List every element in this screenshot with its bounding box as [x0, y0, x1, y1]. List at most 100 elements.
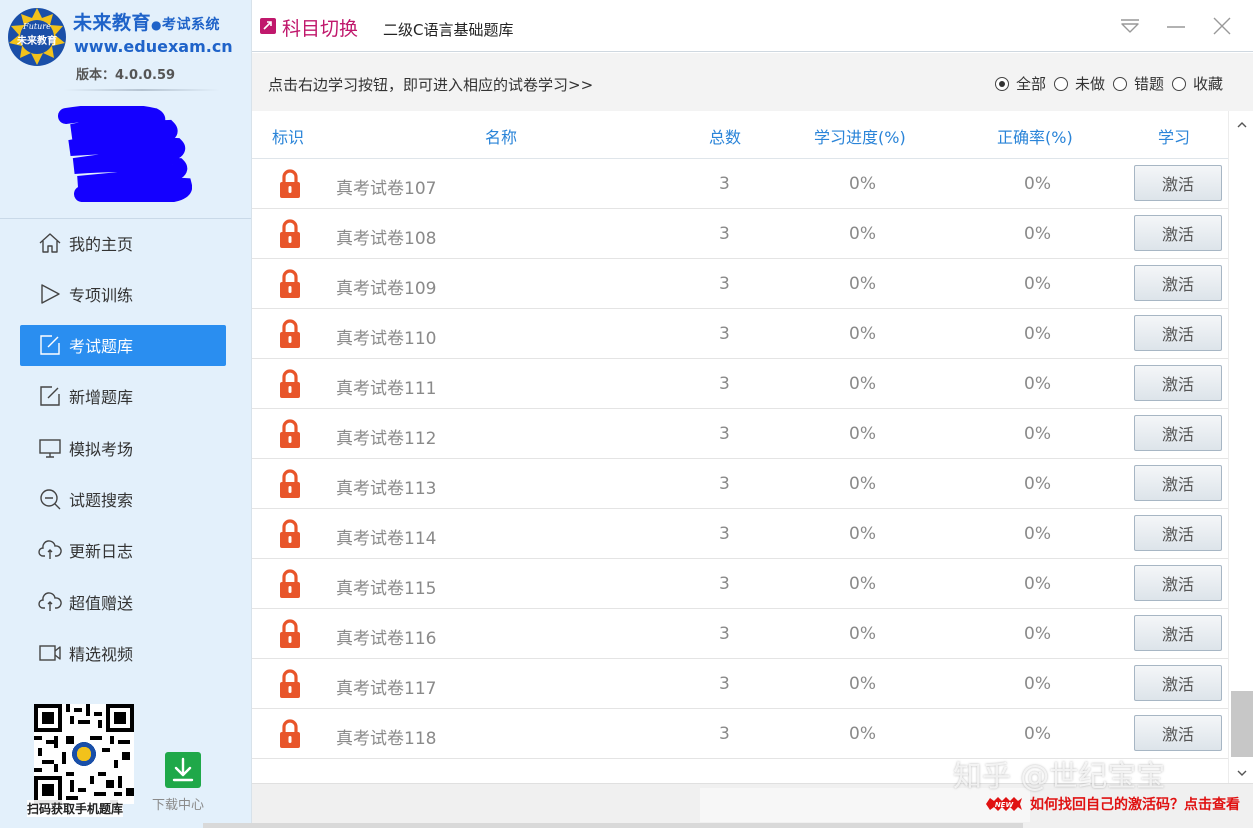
radio-label: 未做	[1074, 75, 1105, 93]
close-icon[interactable]	[1210, 14, 1234, 38]
sidebar-item-changelog[interactable]: 更新日志	[20, 530, 226, 571]
exam-accuracy: 0%	[1024, 624, 1051, 644]
filter-all-radio[interactable]: 全部	[994, 73, 1046, 94]
cloud-sync-icon	[38, 590, 62, 614]
activate-button[interactable]: 激活	[1134, 365, 1222, 401]
table-row: 真考试卷109 3 0% 0% 激活	[252, 259, 1228, 309]
sidebar-item-mock-exam[interactable]: 模拟考场	[20, 427, 226, 468]
sidebar-item-label: 模拟考场	[69, 439, 134, 459]
monitor-icon	[38, 436, 62, 460]
download-center-label[interactable]: 下载中心	[152, 794, 204, 813]
new-badge-icon: NEW	[984, 796, 1024, 812]
filter-radio-group: 全部 未做 错题 收藏	[987, 73, 1223, 94]
table-row: 真考试卷116 3 0% 0% 激活	[252, 609, 1228, 659]
download-center-button[interactable]	[165, 752, 201, 788]
activate-button[interactable]: 激活	[1134, 415, 1222, 451]
scroll-up-icon[interactable]	[1236, 115, 1248, 128]
exam-total: 3	[719, 324, 730, 344]
exam-name: 真考试卷109	[336, 279, 437, 299]
qr-code	[34, 704, 134, 804]
svg-text:NEW: NEW	[995, 801, 1014, 809]
vertical-scrollbar[interactable]	[1228, 111, 1253, 783]
exam-name: 真考试卷112	[336, 429, 437, 449]
scroll-down-icon[interactable]	[1236, 763, 1248, 776]
exam-progress: 0%	[849, 324, 876, 344]
header-progress: 学习进度(%)	[814, 128, 906, 147]
lock-icon	[278, 619, 302, 649]
lock-icon	[278, 319, 302, 349]
sidebar-item-home[interactable]: 我的主页	[20, 222, 226, 263]
table-row: 真考试卷115 3 0% 0% 激活	[252, 559, 1228, 609]
exam-total: 3	[719, 724, 730, 744]
brand-name: 未来教育	[73, 12, 152, 34]
lock-icon	[278, 369, 302, 399]
video-icon	[38, 641, 62, 665]
horizontal-scrollbar-thumb[interactable]	[700, 788, 1030, 822]
sidebar-item-new-bank[interactable]: 新增题库	[20, 376, 226, 417]
lock-icon	[278, 569, 302, 599]
lock-icon	[278, 169, 302, 199]
minimize-icon[interactable]	[1164, 14, 1188, 38]
header-name: 名称	[485, 128, 518, 147]
table-header: 标识 名称 总数 学习进度(%) 正确率(%) 学习	[252, 111, 1228, 159]
switch-icon[interactable]	[260, 18, 276, 34]
exam-progress: 0%	[849, 724, 876, 744]
exam-name: 真考试卷117	[336, 679, 437, 699]
activate-button[interactable]: 激活	[1134, 615, 1222, 651]
exam-table: 标识 名称 总数 学习进度(%) 正确率(%) 学习 真考试卷107 3 0% 0% 激…	[252, 111, 1253, 783]
sidebar-item-search[interactable]: 试题搜索	[20, 478, 226, 519]
current-subject: 二级C语言基础题库	[383, 21, 514, 39]
lock-icon	[278, 669, 302, 699]
version-divider	[64, 89, 220, 91]
search-icon	[38, 487, 62, 511]
sidebar-item-videos[interactable]: 精选视频	[20, 632, 226, 673]
exam-progress: 0%	[849, 224, 876, 244]
sidebar-item-training[interactable]: 专项训练	[20, 273, 226, 314]
menu-dropdown-icon[interactable]	[1118, 14, 1142, 38]
exam-progress: 0%	[849, 574, 876, 594]
download-icon	[165, 757, 201, 792]
activate-button[interactable]: 激活	[1134, 465, 1222, 501]
sidebar-nav: 我的主页 专项训练 考试题库 新增题库 模拟考场 试题搜索 更新日志 超值赠送 …	[20, 222, 226, 684]
subject-switch-button[interactable]: 科目切换	[282, 14, 358, 41]
svg-text:Future: Future	[22, 22, 51, 31]
exam-total: 3	[719, 374, 730, 394]
radio-circle	[994, 76, 1009, 91]
lock-icon	[278, 219, 302, 249]
activate-button[interactable]: 激活	[1134, 515, 1222, 551]
scrollbar-thumb[interactable]	[1231, 691, 1253, 757]
activate-button[interactable]: 激活	[1134, 665, 1222, 701]
exam-name: 真考试卷110	[336, 329, 437, 349]
activate-button[interactable]: 激活	[1134, 565, 1222, 601]
activate-button[interactable]: 激活	[1134, 715, 1222, 751]
exam-accuracy: 0%	[1024, 274, 1051, 294]
filter-favorite-radio[interactable]: 收藏	[1171, 73, 1223, 94]
cloud-sync-icon	[38, 538, 62, 562]
table-row: 真考试卷107 3 0% 0% 激活	[252, 159, 1228, 209]
sidebar-item-label: 专项训练	[69, 285, 134, 305]
activate-button[interactable]: 激活	[1134, 315, 1222, 351]
radio-label: 错题	[1133, 75, 1164, 93]
activate-button[interactable]: 激活	[1134, 215, 1222, 251]
exam-accuracy: 0%	[1024, 724, 1051, 744]
exam-total: 3	[719, 424, 730, 444]
home-icon	[38, 231, 62, 255]
activation-code-help-link[interactable]: NEW 如何找回自己的激活码？点击查看	[984, 794, 1240, 814]
exam-accuracy: 0%	[1024, 374, 1051, 394]
sidebar-item-gifts[interactable]: 超值赠送	[20, 581, 226, 622]
sidebar-item-exam-bank[interactable]: 考试题库	[20, 324, 226, 366]
exam-accuracy: 0%	[1024, 524, 1051, 544]
activate-button[interactable]: 激活	[1134, 265, 1222, 301]
exam-name: 真考试卷116	[336, 629, 437, 649]
table-body: 真考试卷107 3 0% 0% 激活 真考试卷108 3 0% 0% 激活 真考试卷109 3 0% 0%…	[252, 159, 1228, 759]
title-bar: 科目切换 二级C语言基础题库	[252, 0, 1253, 52]
sidebar-divider	[0, 218, 251, 219]
taskbar-strip	[203, 823, 1023, 828]
table-row: 真考试卷114 3 0% 0% 激活	[252, 509, 1228, 559]
radio-circle	[1171, 76, 1186, 91]
activate-button[interactable]: 激活	[1134, 165, 1222, 201]
filter-wrong-radio[interactable]: 错题	[1112, 73, 1164, 94]
sidebar: Future 未来教育 未来教育●考试系统 www.eduexam.cn 版本：…	[0, 0, 251, 828]
filter-undone-radio[interactable]: 未做	[1053, 73, 1105, 94]
exam-progress: 0%	[849, 624, 876, 644]
